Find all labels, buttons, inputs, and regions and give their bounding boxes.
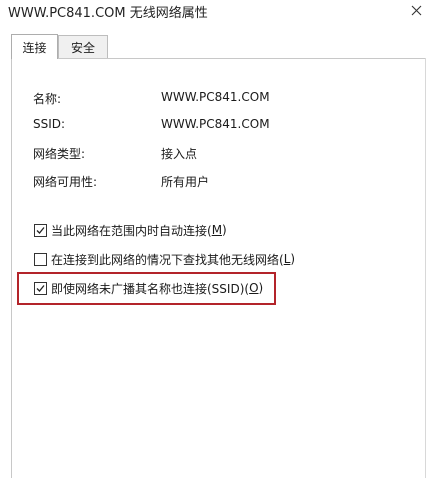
auto-connect-checkbox[interactable] xyxy=(34,223,47,237)
tab-panel-connection: 名称: WWW.PC841.COM SSID: WWW.PC841.COM 网络… xyxy=(11,58,426,478)
option-suffix: ) xyxy=(222,223,227,237)
panel-edge xyxy=(425,58,426,478)
option-label: 当此网络在范围内时自动连接( xyxy=(51,223,212,238)
tab-security[interactable]: 安全 xyxy=(58,35,108,58)
option-mnemonic: M xyxy=(211,223,223,237)
property-label: 网络类型: xyxy=(33,147,86,161)
option-auto-connect[interactable]: 当此网络在范围内时自动连接(M) xyxy=(34,222,227,238)
property-label: 名称: xyxy=(33,92,62,106)
close-icon xyxy=(411,5,421,15)
property-value: 接入点 xyxy=(161,147,198,161)
property-label: 网络可用性: xyxy=(33,175,98,189)
property-label: SSID: xyxy=(33,117,66,131)
option-suffix: ) xyxy=(290,252,296,266)
property-value: WWW.PC841.COM xyxy=(161,117,270,131)
title-bar: WWW.PC841.COM 无线网络属性 xyxy=(0,0,431,24)
highlight-annotation xyxy=(17,272,276,305)
close-button[interactable] xyxy=(405,0,427,20)
property-value: 所有用户 xyxy=(161,175,210,189)
option-label: 在连接到此网络的情况下查找其他无线网络( xyxy=(51,252,284,267)
find-other-networks-checkbox[interactable] xyxy=(34,252,47,266)
tab-connection[interactable]: 连接 xyxy=(11,34,58,59)
option-find-other-networks[interactable]: 在连接到此网络的情况下查找其他无线网络(L) xyxy=(34,251,295,267)
window-title: WWW.PC841.COM 无线网络属性 xyxy=(8,6,208,21)
checkmark-icon xyxy=(36,226,45,234)
wireless-properties-window: WWW.PC841.COM 无线网络属性 连接 安全 名称: WWW.PC841… xyxy=(0,0,431,480)
property-value: WWW.PC841.COM xyxy=(161,90,270,104)
option-mnemonic: L xyxy=(283,252,291,266)
